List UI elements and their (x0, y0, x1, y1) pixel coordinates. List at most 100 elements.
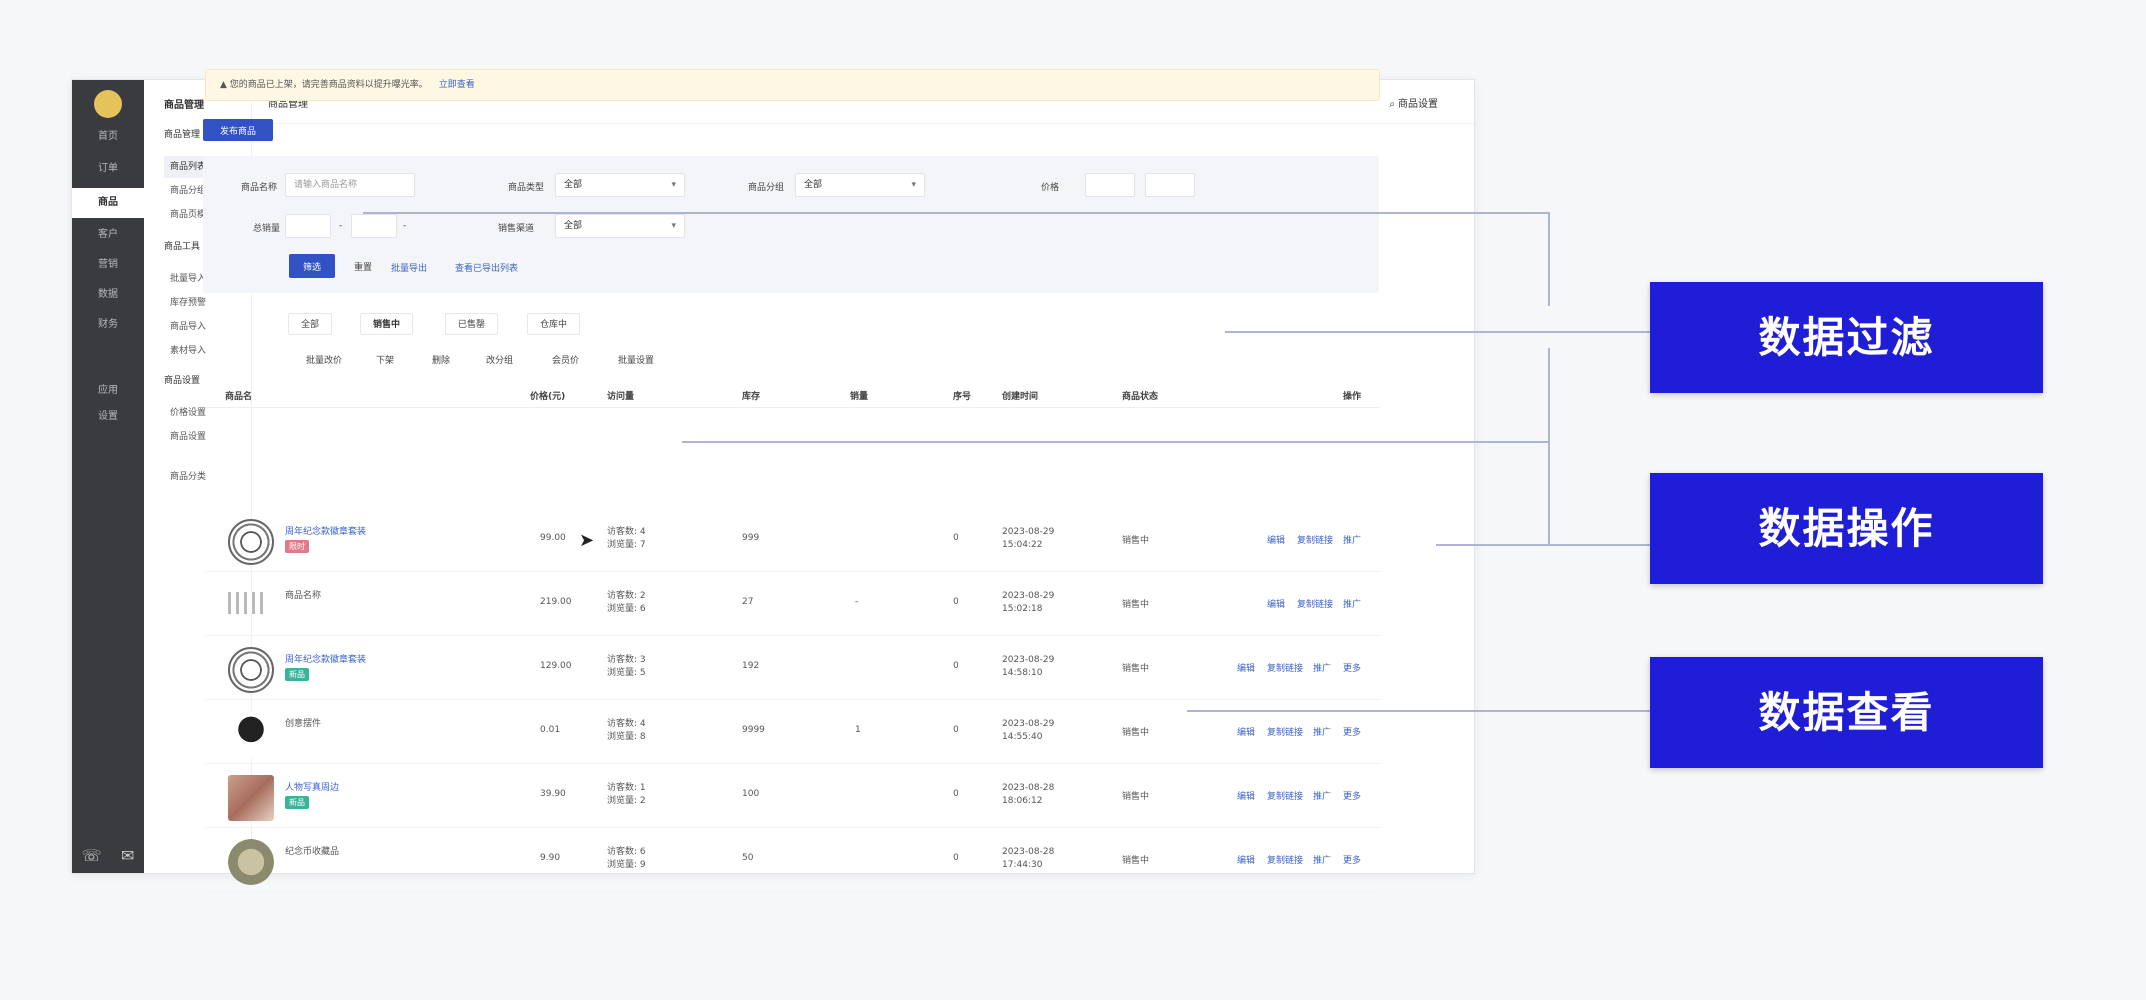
row-action-link[interactable]: 复制链接 (1297, 597, 1333, 610)
row-action-link[interactable]: 推广 (1343, 533, 1361, 546)
rail-item[interactable]: 设置 (72, 402, 144, 432)
rail-item[interactable]: 财务 (72, 310, 144, 340)
row-action-link[interactable]: 更多 (1343, 853, 1361, 866)
row-action-link[interactable]: 复制链接 (1267, 725, 1303, 738)
row-action-link[interactable]: 推广 (1343, 597, 1361, 610)
seq-cell[interactable]: 0 (953, 853, 959, 863)
row-action-link[interactable]: 复制链接 (1267, 853, 1303, 866)
view-exports-link[interactable]: 查看已导出列表 (455, 261, 518, 274)
message-icon[interactable]: ✉ (121, 846, 134, 865)
th-price[interactable]: 价格(元) (530, 389, 565, 402)
row-action-link[interactable]: 推广 (1313, 725, 1331, 738)
th-sales[interactable]: 销量 (850, 389, 868, 402)
row-action-link[interactable]: 更多 (1343, 725, 1361, 738)
product-thumbnail[interactable] (228, 592, 268, 614)
seq-cell[interactable]: 0 (953, 789, 959, 799)
sales-sep-2: - (403, 221, 407, 231)
type-select[interactable]: 全部 ▾ (555, 173, 685, 197)
product-thumbnail[interactable] (228, 775, 274, 821)
subnav-group[interactable]: 商品管理 (158, 124, 206, 146)
product-name-link[interactable]: 周年纪念款徽章套装 (285, 652, 366, 665)
rail-item[interactable]: 首页 (72, 122, 144, 152)
status-tab[interactable]: 已售罄 (445, 313, 499, 335)
rail-item[interactable]: 营销 (72, 250, 144, 280)
row-action-link[interactable]: 推广 (1313, 789, 1331, 802)
created-time: 17:44:30 (1002, 860, 1043, 870)
filter-reset-button[interactable]: 重置 (343, 254, 383, 278)
row-action-link[interactable]: 更多 (1343, 661, 1361, 674)
seq-cell[interactable]: 0 (953, 661, 959, 671)
rail-item[interactable]: 数据 (72, 280, 144, 310)
row-action-link[interactable]: 推广 (1313, 661, 1331, 674)
row-action-link[interactable]: 编辑 (1237, 853, 1255, 866)
help-link[interactable]: ⌕ 商品设置 (1389, 95, 1438, 110)
subnav-item[interactable]: 商品导入 (164, 316, 212, 338)
row-action-link[interactable]: 推广 (1313, 853, 1331, 866)
product-name-link[interactable]: 纪念币收藏品 (285, 844, 339, 857)
row-action-link[interactable]: 编辑 (1267, 533, 1285, 546)
publish-button[interactable]: 发布商品 (203, 119, 273, 141)
subnav-item[interactable]: 素材导入 (164, 340, 212, 362)
batch-action-button[interactable]: 批量设置 (610, 350, 663, 370)
sales-max-input[interactable] (351, 214, 397, 238)
created-cell: 2023-08-29 14:55:40 (1002, 718, 1054, 744)
price-cell: 39.90 (540, 789, 566, 799)
subnav-item[interactable]: 库存预警 (164, 292, 212, 314)
visits-cell: 访客数: 2 浏览量: 6 (607, 590, 646, 616)
th-created[interactable]: 创建时间 (1002, 389, 1038, 402)
status-tab[interactable]: 销售中 (360, 313, 414, 335)
row-action-link[interactable]: 复制链接 (1297, 533, 1333, 546)
group-label: 商品分组 (748, 183, 785, 193)
status-cell: 销售中 (1122, 728, 1150, 738)
created-date: 2023-08-28 (1002, 783, 1055, 793)
notice-link[interactable]: 立即查看 (439, 80, 475, 90)
row-action-link[interactable]: 复制链接 (1267, 661, 1303, 674)
group-select[interactable]: 全部 ▾ (795, 173, 925, 197)
row-action-link[interactable]: 编辑 (1237, 725, 1255, 738)
sales-min-input[interactable] (285, 214, 331, 238)
row-action-link[interactable]: 编辑 (1267, 597, 1285, 610)
phone-icon[interactable]: ☏ (82, 846, 102, 865)
product-name-link[interactable]: 商品名称 (285, 588, 321, 601)
subnav-group[interactable]: 商品设置 (158, 370, 206, 392)
subnav-item[interactable]: 商品设置 (164, 426, 212, 448)
name-input[interactable]: 请输入商品名称 (285, 173, 415, 197)
created-cell: 2023-08-29 15:04:22 (1002, 526, 1054, 552)
product-thumbnail[interactable] (228, 647, 274, 693)
rail-item[interactable]: 订单 (72, 154, 144, 184)
price-max-input[interactable] (1145, 173, 1195, 197)
created-time: 14:58:10 (1002, 668, 1043, 678)
batch-action-button[interactable]: 会员价 (544, 350, 588, 370)
product-name-link[interactable]: 人物写真周边 (285, 780, 339, 793)
batch-action-button[interactable]: 删除 (424, 350, 459, 370)
row-action-link[interactable]: 编辑 (1237, 789, 1255, 802)
visits-cell: 访客数: 4 浏览量: 8 (607, 718, 646, 744)
status-tab[interactable]: 全部 (288, 313, 333, 335)
th-seq[interactable]: 序号 (953, 389, 971, 402)
row-action-link[interactable]: 更多 (1343, 789, 1361, 802)
filter-search-button[interactable]: 筛选 (289, 254, 335, 278)
product-thumbnail[interactable] (228, 839, 274, 885)
batch-action-button[interactable]: 下架 (368, 350, 403, 370)
export-link[interactable]: 批量导出 (391, 261, 427, 274)
product-thumbnail[interactable] (228, 711, 274, 757)
product-thumbnail[interactable] (228, 519, 274, 565)
subnav-group[interactable]: 商品工具 (158, 236, 206, 258)
status-tab[interactable]: 仓库中 (527, 313, 581, 335)
rail-item[interactable]: 客户 (72, 220, 144, 250)
th-stock[interactable]: 库存 (742, 389, 760, 402)
seq-cell[interactable]: 0 (953, 597, 959, 607)
seq-cell[interactable]: 0 (953, 533, 959, 543)
batch-action-button[interactable]: 批量改价 (298, 350, 351, 370)
seq-cell[interactable]: 0 (953, 725, 959, 735)
product-name-link[interactable]: 创意摆件 (285, 716, 321, 729)
channel-select[interactable]: 全部 ▾ (555, 214, 685, 238)
subnav-item[interactable]: 商品分类 (164, 466, 212, 488)
rail-item[interactable]: 商品 (72, 188, 144, 218)
store-logo[interactable] (94, 90, 122, 118)
price-min-input[interactable] (1085, 173, 1135, 197)
product-name-link[interactable]: 周年纪念款徽章套装 (285, 524, 366, 537)
row-action-link[interactable]: 复制链接 (1267, 789, 1303, 802)
row-action-link[interactable]: 编辑 (1237, 661, 1255, 674)
batch-action-button[interactable]: 改分组 (478, 350, 522, 370)
